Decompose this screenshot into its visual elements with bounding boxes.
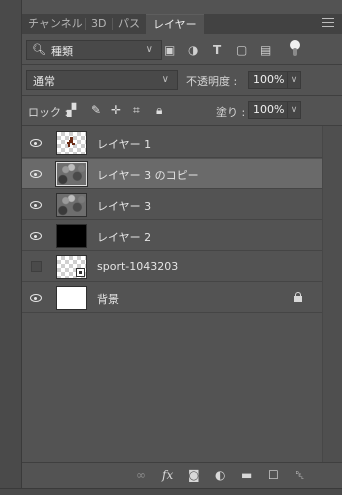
visibility-toggle[interactable] — [22, 221, 50, 251]
pixel-layer-filter-icon[interactable]: ▣ — [164, 43, 175, 57]
layer-name: sport-1043203 — [97, 260, 179, 273]
tab-separator — [85, 18, 86, 30]
delete-layer-icon[interactable]: ␡ — [295, 468, 305, 483]
eye-icon — [30, 232, 42, 240]
divider — [22, 95, 342, 96]
layer-thumbnail — [56, 131, 87, 155]
fill-field[interactable]: 100% — [248, 101, 288, 119]
filter-toggle-switch[interactable] — [290, 40, 300, 58]
visibility-toggle[interactable] — [22, 283, 50, 313]
divider — [22, 64, 342, 65]
layers-bottom-toolbar: ∞ fx ◙ ◐ ▬ ☐ ␡ — [22, 462, 342, 488]
eye-icon — [30, 294, 42, 302]
divider — [22, 125, 342, 126]
layer-row[interactable]: レイヤー 2 — [22, 221, 322, 251]
layers-panel: チャンネル 3D パス レイヤー 🔍︎ 種類 ∨ ▣ ◑ T ▢ ▤ 通常 ∨ … — [22, 0, 342, 495]
blend-mode-dropdown[interactable]: 通常 ∨ — [26, 70, 178, 90]
smart-object-icon — [76, 268, 85, 277]
fill-slider-toggle[interactable]: ∨ — [287, 101, 301, 119]
eye-icon — [30, 170, 42, 178]
lock-all-icon[interactable]: 🔒︎ — [156, 103, 162, 118]
tab-3d[interactable]: 3D — [91, 14, 106, 34]
visibility-toggle[interactable] — [22, 159, 50, 189]
lock-icon — [294, 292, 302, 302]
layers-scrollbar[interactable] — [322, 126, 342, 466]
filter-kind-dropdown[interactable]: 🔍︎ 種類 ∨ — [26, 40, 162, 60]
tab-paths[interactable]: パス — [118, 14, 140, 34]
smart-object-filter-icon[interactable]: ▤ — [260, 43, 271, 57]
layer-name: レイヤー 3 — [97, 200, 152, 213]
layer-thumbnail — [55, 161, 88, 187]
bottom-edge — [0, 488, 342, 495]
search-icon: 🔍︎ — [32, 43, 46, 56]
panel-menu-icon[interactable] — [322, 18, 334, 28]
layer-thumbnail — [56, 286, 87, 310]
left-dock-strip — [0, 0, 22, 495]
new-layer-icon[interactable]: ☐ — [268, 468, 279, 482]
layer-thumbnail — [56, 193, 87, 217]
adjustment-layer-filter-icon[interactable]: ◑ — [188, 43, 198, 57]
layer-row[interactable]: sport-1043203 — [22, 252, 322, 282]
runner-figure-icon — [67, 137, 76, 147]
chevron-down-icon: ∨ — [161, 74, 169, 85]
adjustment-layer-icon[interactable]: ◐ — [215, 468, 225, 482]
visibility-toggle[interactable] — [22, 252, 50, 282]
fx-icon[interactable]: fx — [162, 468, 173, 482]
blend-mode-label: 通常 — [33, 75, 55, 88]
lock-position-icon[interactable]: ✛ — [111, 103, 121, 117]
layer-row[interactable]: レイヤー 1 — [22, 128, 322, 158]
opacity-label: 不透明度 : — [186, 75, 238, 88]
layer-thumbnail — [56, 255, 87, 279]
eye-icon — [30, 139, 42, 147]
tab-channels[interactable]: チャンネル — [28, 14, 83, 34]
layer-name: 背景 — [97, 293, 119, 306]
layer-row[interactable]: 背景 — [22, 283, 322, 313]
opacity-field[interactable]: 100% — [248, 71, 288, 89]
lock-transparent-pixels-icon[interactable]: ▞ — [67, 103, 76, 117]
layer-row[interactable]: レイヤー 3 — [22, 190, 322, 220]
new-group-icon[interactable]: ▬ — [241, 468, 252, 482]
shape-layer-filter-icon[interactable]: ▢ — [236, 43, 247, 57]
filter-kind-label: 種類 — [51, 45, 73, 58]
lock-image-pixels-icon[interactable]: ✎ — [91, 103, 101, 117]
eye-icon — [30, 201, 42, 209]
fill-label: 塗り : — [216, 106, 246, 119]
chevron-down-icon: ∨ — [145, 44, 153, 55]
type-layer-filter-icon[interactable]: T — [213, 43, 221, 57]
layer-name: レイヤー 3 のコピー — [97, 169, 199, 182]
layer-thumbnail — [56, 224, 87, 248]
tab-separator — [112, 18, 113, 30]
visibility-toggle[interactable] — [22, 190, 50, 220]
opacity-slider-toggle[interactable]: ∨ — [287, 71, 301, 89]
add-mask-icon[interactable]: ◙ — [188, 468, 200, 482]
layer-name: レイヤー 1 — [97, 138, 152, 151]
tab-layers[interactable]: レイヤー — [146, 14, 204, 34]
lock-artboard-icon[interactable]: ⌗ — [133, 103, 140, 118]
link-layers-icon[interactable]: ∞ — [136, 468, 146, 482]
layer-row-selected[interactable]: レイヤー 3 のコピー — [22, 159, 322, 189]
lock-label: ロック : — [28, 106, 69, 119]
hidden-visibility-box — [31, 261, 42, 272]
panel-tab-bar: チャンネル 3D パス レイヤー — [22, 14, 342, 34]
visibility-toggle[interactable] — [22, 128, 50, 158]
layer-name: レイヤー 2 — [97, 231, 152, 244]
